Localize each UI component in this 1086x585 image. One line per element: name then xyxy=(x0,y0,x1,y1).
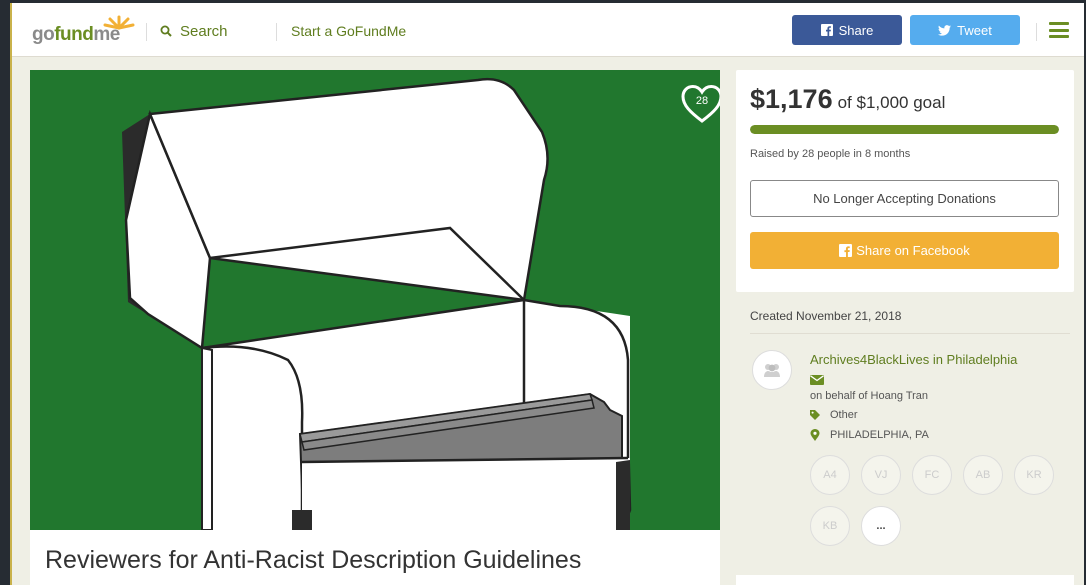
header-divider xyxy=(1036,23,1037,41)
category-row: Other xyxy=(810,409,858,421)
campaign-image: 28 xyxy=(30,70,720,530)
location-label: PHILADELPHIA, PA xyxy=(830,429,929,441)
gofundme-logo[interactable]: gofundme xyxy=(32,14,135,46)
more-donors-button[interactable]: ... xyxy=(861,506,901,546)
header-divider xyxy=(276,23,277,41)
share-on-facebook-label: Share on Facebook xyxy=(856,243,970,258)
donor-avatar[interactable]: KR xyxy=(1014,455,1054,495)
no-longer-accepting-button[interactable]: No Longer Accepting Donations xyxy=(750,180,1059,217)
progress-fill xyxy=(750,125,1059,134)
logo-wordmark: gofundme xyxy=(32,24,120,45)
envelope-icon xyxy=(810,375,824,385)
twitter-icon xyxy=(938,24,952,36)
search-button[interactable]: Search xyxy=(160,20,228,42)
favorite-heart-button[interactable]: 28 xyxy=(680,84,720,124)
facebook-icon xyxy=(820,24,833,36)
facebook-share-button[interactable]: Share xyxy=(792,15,902,45)
donor-avatar[interactable]: VJ xyxy=(861,455,901,495)
group-icon xyxy=(764,364,780,377)
share-on-facebook-button[interactable]: Share on Facebook xyxy=(750,232,1059,269)
organizer-avatar xyxy=(752,350,792,390)
tweet-label: Tweet xyxy=(957,22,992,38)
facebook-icon xyxy=(839,244,853,257)
donor-avatar[interactable]: AB xyxy=(963,455,1003,495)
donor-avatar[interactable]: A4 xyxy=(810,455,850,495)
site-header: gofundme Search Start a GoFundMe Share T… xyxy=(12,3,1084,57)
progress-bar xyxy=(750,125,1059,134)
raised-by-text: Raised by 28 people in 8 months xyxy=(750,148,911,160)
tweet-button[interactable]: Tweet xyxy=(910,15,1020,45)
amount-raised: $1,176 of $1,000 goal xyxy=(750,84,945,115)
next-card xyxy=(736,575,1074,585)
created-date: Created November 21, 2018 xyxy=(750,309,902,323)
donation-card: $1,176 of $1,000 goal Raised by 28 peopl… xyxy=(736,70,1074,292)
map-pin-icon xyxy=(810,429,820,441)
header-divider xyxy=(146,23,147,41)
share-label: Share xyxy=(838,22,874,38)
goal-text: of $1,000 goal xyxy=(837,93,946,112)
browser-frame: gofundme Search Start a GoFundMe Share T… xyxy=(10,3,1084,585)
search-icon xyxy=(160,25,172,37)
contact-organizer-button[interactable] xyxy=(810,372,824,390)
start-gofundme-link[interactable]: Start a GoFundMe xyxy=(291,23,406,39)
on-behalf-text: on behalf of Hoang Tran xyxy=(810,390,929,402)
location-row: PHILADELPHIA, PA xyxy=(810,429,929,441)
archive-box-illustration xyxy=(122,77,632,530)
donor-avatar[interactable]: FC xyxy=(912,455,952,495)
campaign-title: Reviewers for Anti-Racist Description Gu… xyxy=(45,546,582,574)
raised-amount: $1,176 xyxy=(750,84,833,114)
heart-count: 28 xyxy=(695,95,709,107)
tag-icon xyxy=(810,410,820,420)
category-label[interactable]: Other xyxy=(830,409,858,421)
search-label: Search xyxy=(180,22,228,40)
campaign-title-card: Reviewers for Anti-Racist Description Gu… xyxy=(30,530,720,585)
section-divider xyxy=(750,333,1070,334)
hamburger-menu-icon[interactable] xyxy=(1049,22,1069,38)
donor-avatar[interactable]: KB xyxy=(810,506,850,546)
organizer-name-link[interactable]: Archives4BlackLives in Philadelphia xyxy=(810,352,1017,367)
